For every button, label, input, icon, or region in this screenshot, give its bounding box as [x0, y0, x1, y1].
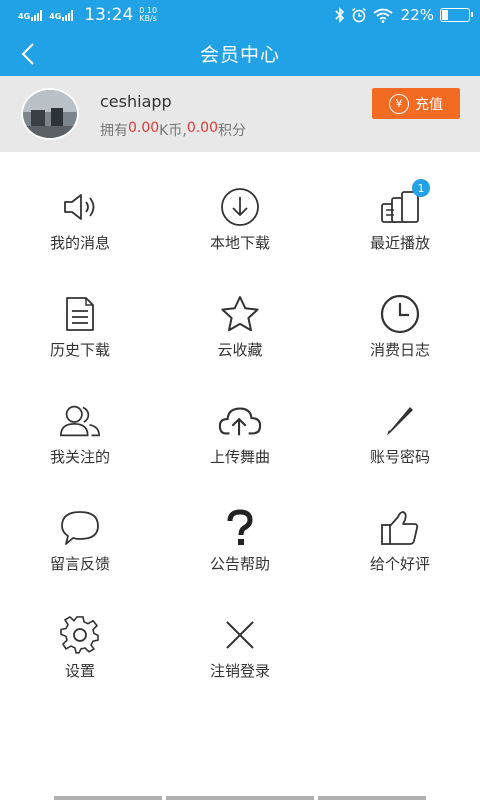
- page-title: 会员中心: [199, 43, 280, 66]
- menu-item-label: 给个好评: [369, 555, 430, 573]
- menu-item-label: 我的消息: [49, 234, 110, 252]
- menu-item-upload-music[interactable]: 上传舞曲: [160, 366, 320, 473]
- download-icon: [218, 185, 262, 229]
- menu-item-label: 我关注的: [49, 448, 110, 466]
- question-icon: [218, 506, 262, 550]
- menu-item-recent-play[interactable]: 1 最近播放: [320, 152, 480, 259]
- menu-item-label: 上传舞曲: [209, 448, 270, 466]
- avatar-bg-bottom: [23, 126, 77, 138]
- username: ceshiapp: [100, 92, 172, 111]
- gear-icon: [58, 613, 102, 657]
- menu-item-logout[interactable]: 注销登录: [160, 580, 320, 687]
- battery-icon: [440, 8, 473, 22]
- recharge-label: 充值: [415, 96, 443, 113]
- menu-item-label: 公告帮助: [209, 555, 270, 573]
- network-type-label: 4G: [49, 11, 62, 21]
- balance-prefix: 拥有: [100, 123, 128, 139]
- avatar[interactable]: [21, 88, 79, 140]
- menu-item-settings[interactable]: 设置: [0, 580, 160, 687]
- cloud-upload-icon: [218, 399, 262, 443]
- chat-bubble-icon: [58, 506, 102, 550]
- bottom-divider: [54, 796, 162, 800]
- recharge-button[interactable]: ¥ 充值: [372, 88, 460, 119]
- menu-item-local-download[interactable]: 本地下载: [160, 152, 320, 259]
- balance-text: 拥有 0.00 K币, 0.00 积分: [100, 120, 246, 140]
- menu-item-label: 历史下载: [49, 341, 110, 359]
- menu-item-download-history[interactable]: 历史下载: [0, 259, 160, 366]
- signal-indicator-1: 4G: [18, 9, 43, 21]
- users-icon: [58, 399, 102, 443]
- status-right: 22%: [329, 6, 473, 24]
- battery-percent: 22%: [400, 6, 434, 24]
- bottom-divider: [318, 796, 426, 800]
- menu-item-label: 注销登录: [209, 662, 270, 680]
- menu-item-label: 账号密码: [369, 448, 430, 466]
- menu-item-label: 本地下载: [209, 234, 270, 252]
- bluetooth-icon: [335, 7, 344, 23]
- title-bar: 会员中心: [0, 30, 480, 76]
- bottom-divider: [166, 796, 314, 800]
- menu-item-label: 消费日志: [369, 341, 430, 359]
- pencil-icon: [378, 399, 422, 443]
- wifi-icon: [373, 8, 393, 23]
- back-button[interactable]: [10, 36, 46, 72]
- menu-item-label: 设置: [64, 662, 95, 680]
- close-icon: [218, 613, 262, 657]
- clock-time: 13:24: [84, 5, 134, 25]
- recent-play-icon: 1: [378, 179, 430, 229]
- signal-bars-icon: [31, 9, 43, 21]
- network-speed: 0.10 KB/s: [139, 7, 157, 23]
- signal-bars-icon: [62, 9, 74, 21]
- network-type-label: 4G: [18, 11, 31, 21]
- signal-indicator-2: 4G: [49, 9, 74, 21]
- menu-item-cloud-favorites[interactable]: 云收藏: [160, 259, 320, 366]
- clock-icon: [378, 292, 422, 336]
- notification-badge: 1: [412, 179, 430, 197]
- menu-item-label: 最近播放: [369, 234, 430, 252]
- menu-item-rate-app[interactable]: 给个好评: [320, 473, 480, 580]
- k-coin-unit: K币,: [159, 123, 187, 139]
- status-bar: 4G 4G 13:24 0.10 KB/s 22%: [0, 0, 480, 30]
- document-icon: [58, 292, 102, 336]
- menu-item-feedback[interactable]: 留言反馈: [0, 473, 160, 580]
- star-icon: [218, 292, 262, 336]
- menu-item-spending-log[interactable]: 消费日志: [320, 259, 480, 366]
- yen-icon: ¥: [389, 93, 409, 114]
- menu-item-label: 留言反馈: [49, 555, 110, 573]
- speaker-icon: [58, 185, 102, 229]
- menu-item-label: 云收藏: [217, 341, 263, 359]
- avatar-bg-top: [23, 90, 77, 112]
- menu-item-announcements-help[interactable]: 公告帮助: [160, 473, 320, 580]
- menu-item-following[interactable]: 我关注的: [0, 366, 160, 473]
- menu-item-messages[interactable]: 我的消息: [0, 152, 160, 259]
- network-speed-unit: KB/s: [139, 14, 157, 23]
- k-coin-amount: 0.00: [128, 120, 160, 136]
- alarm-icon: [351, 7, 366, 23]
- chevron-left-icon: [21, 43, 34, 65]
- battery-fill: [442, 10, 448, 20]
- menu-item-account-password[interactable]: 账号密码: [320, 366, 480, 473]
- points-unit: 积分: [217, 123, 246, 139]
- profile-panel: ceshiapp 拥有 0.00 K币, 0.00 积分 ¥ 充值: [0, 76, 480, 152]
- status-left: 4G 4G 13:24 0.10 KB/s: [18, 5, 157, 25]
- thumbs-up-icon: [378, 506, 422, 550]
- points-amount: 0.00: [186, 120, 218, 136]
